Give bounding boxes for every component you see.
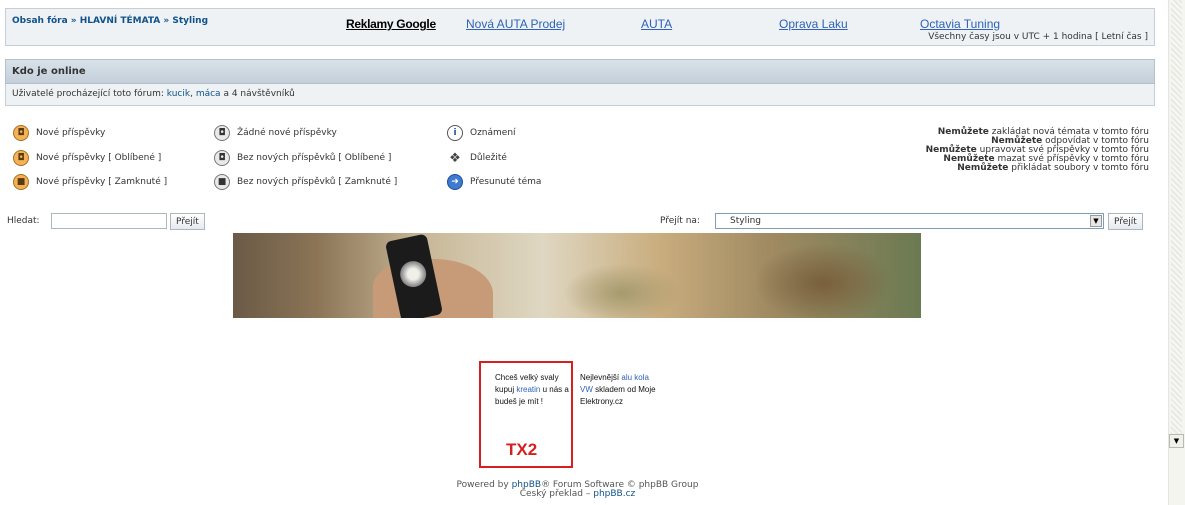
online-users: Uživatelé procházející toto fórum: kucik… bbox=[5, 84, 1155, 106]
legend-moved: ➜ Přesunuté téma bbox=[447, 174, 541, 190]
scroll-down-icon[interactable]: ▼ bbox=[1169, 434, 1184, 448]
footer-text: Český překlad – bbox=[519, 489, 591, 499]
lock-icon: ■ bbox=[214, 174, 230, 190]
permissions-list: Nemůžete zakládat nová témata v tomto fó… bbox=[926, 128, 1149, 173]
advert-banner[interactable] bbox=[233, 233, 921, 318]
legend-label: Žádné nové příspěvky bbox=[237, 128, 337, 138]
legend-label: Nové příspěvky bbox=[36, 128, 106, 138]
breadcrumb[interactable]: Obsah fóra » HLAVNÍ TÉMATA » Styling bbox=[12, 16, 208, 26]
jump-label: Přejít na: bbox=[660, 216, 700, 226]
legend-new-posts-hot: ◘ Nové příspěvky [ Oblíbené ] bbox=[13, 150, 161, 166]
ad-link-octavia-tuning[interactable]: Octavia Tuning bbox=[920, 17, 1000, 31]
ad-link-nova-auta[interactable]: Nová AUTA Prodej bbox=[466, 17, 565, 31]
legend-label: Důležité bbox=[470, 153, 507, 163]
announce-icon: i bbox=[447, 125, 463, 141]
legend-announce: i Oznámení bbox=[447, 125, 516, 141]
ad-link-kreatin[interactable]: kreatin bbox=[516, 385, 540, 394]
online-suffix: a 4 návštěvníků bbox=[223, 89, 295, 99]
ad-tx2-logo[interactable]: TX2 bbox=[506, 440, 537, 460]
phpbb-cz-link[interactable]: phpBB.cz bbox=[593, 489, 635, 499]
ad-text: Nejlevnější bbox=[580, 373, 620, 382]
ad-link-auta[interactable]: AUTA bbox=[641, 17, 672, 31]
banner-background-shape bbox=[563, 263, 683, 318]
legend-no-new-locked: ■ Bez nových příspěvků [ Zamknuté ] bbox=[214, 174, 397, 190]
sticky-icon: ❖ bbox=[449, 150, 461, 166]
dropdown-arrow-icon[interactable]: ▼ bbox=[1090, 215, 1102, 227]
legend-no-new: ◘ Žádné nové příspěvky bbox=[214, 125, 337, 141]
online-header: Kdo je online bbox=[5, 59, 1155, 84]
lock-icon: ■ bbox=[13, 174, 29, 190]
online-prefix: Uživatelé procházející toto fórum: bbox=[12, 89, 164, 99]
banner-background-shape bbox=[753, 243, 893, 318]
permission-line: Nemůžete přikládat soubory v tomto fóru bbox=[957, 163, 1149, 173]
timezone-info: Všechny časy jsou v UTC + 1 hodina [ Let… bbox=[928, 32, 1148, 42]
legend-sticky: ❖ Důležité bbox=[447, 150, 507, 166]
search-label: Hledat: bbox=[7, 216, 40, 226]
legend-new-posts: ◘ Nové příspěvky bbox=[13, 125, 105, 141]
legend-label: Nové příspěvky [ Zamknuté ] bbox=[36, 177, 168, 187]
folder-new-icon: ◘ bbox=[13, 125, 29, 141]
online-user-maca[interactable]: máca bbox=[196, 89, 221, 99]
online-separator: , bbox=[190, 89, 193, 99]
moved-icon: ➜ bbox=[447, 174, 463, 190]
search-input[interactable] bbox=[51, 213, 167, 229]
legend-label: Bez nových příspěvků [ Zamknuté ] bbox=[237, 177, 398, 187]
jump-to-select[interactable]: Styling ▼ bbox=[715, 213, 1104, 229]
folder-icon: ◘ bbox=[214, 125, 230, 141]
stopwatch-icon bbox=[397, 258, 429, 290]
legend-label: Bez nových příspěvků [ Oblíbené ] bbox=[237, 153, 392, 163]
folder-new-hot-icon: ◘ bbox=[13, 150, 29, 166]
footer-translation: Český překlad – phpBB.cz bbox=[0, 490, 1155, 499]
legend-label: Oznámení bbox=[470, 128, 516, 138]
jump-selected-value: Styling bbox=[730, 216, 761, 226]
search-submit-button[interactable]: Přejít bbox=[170, 213, 205, 230]
footer-text: Powered by bbox=[456, 480, 509, 490]
online-user-kucik[interactable]: kucik bbox=[167, 89, 190, 99]
legend-no-new-hot: ◘ Bez nových příspěvků [ Oblíbené ] bbox=[214, 150, 391, 166]
topbar: Obsah fóra » HLAVNÍ TÉMATA » Styling Rek… bbox=[5, 8, 1155, 46]
scrollbar-track[interactable] bbox=[1171, 0, 1182, 440]
folder-hot-icon: ◘ bbox=[214, 150, 230, 166]
jump-submit-button[interactable]: Přejít bbox=[1108, 213, 1143, 230]
ad-alu-kola[interactable]: Nejlevnější alu kola VW skladem od Moje … bbox=[580, 372, 660, 408]
legend-label: Nové příspěvky [ Oblíbené ] bbox=[36, 153, 162, 163]
ad-link-oprava-laku[interactable]: Oprava Laku bbox=[779, 17, 848, 31]
legend-label: Přesunuté téma bbox=[470, 177, 542, 187]
legend-new-posts-locked: ■ Nové příspěvky [ Zamknuté ] bbox=[13, 174, 167, 190]
google-ads-title[interactable]: Reklamy Google bbox=[346, 17, 436, 31]
ad-kreatin[interactable]: Chceš velký svaly kupuj kreatin u nás a … bbox=[495, 372, 569, 408]
